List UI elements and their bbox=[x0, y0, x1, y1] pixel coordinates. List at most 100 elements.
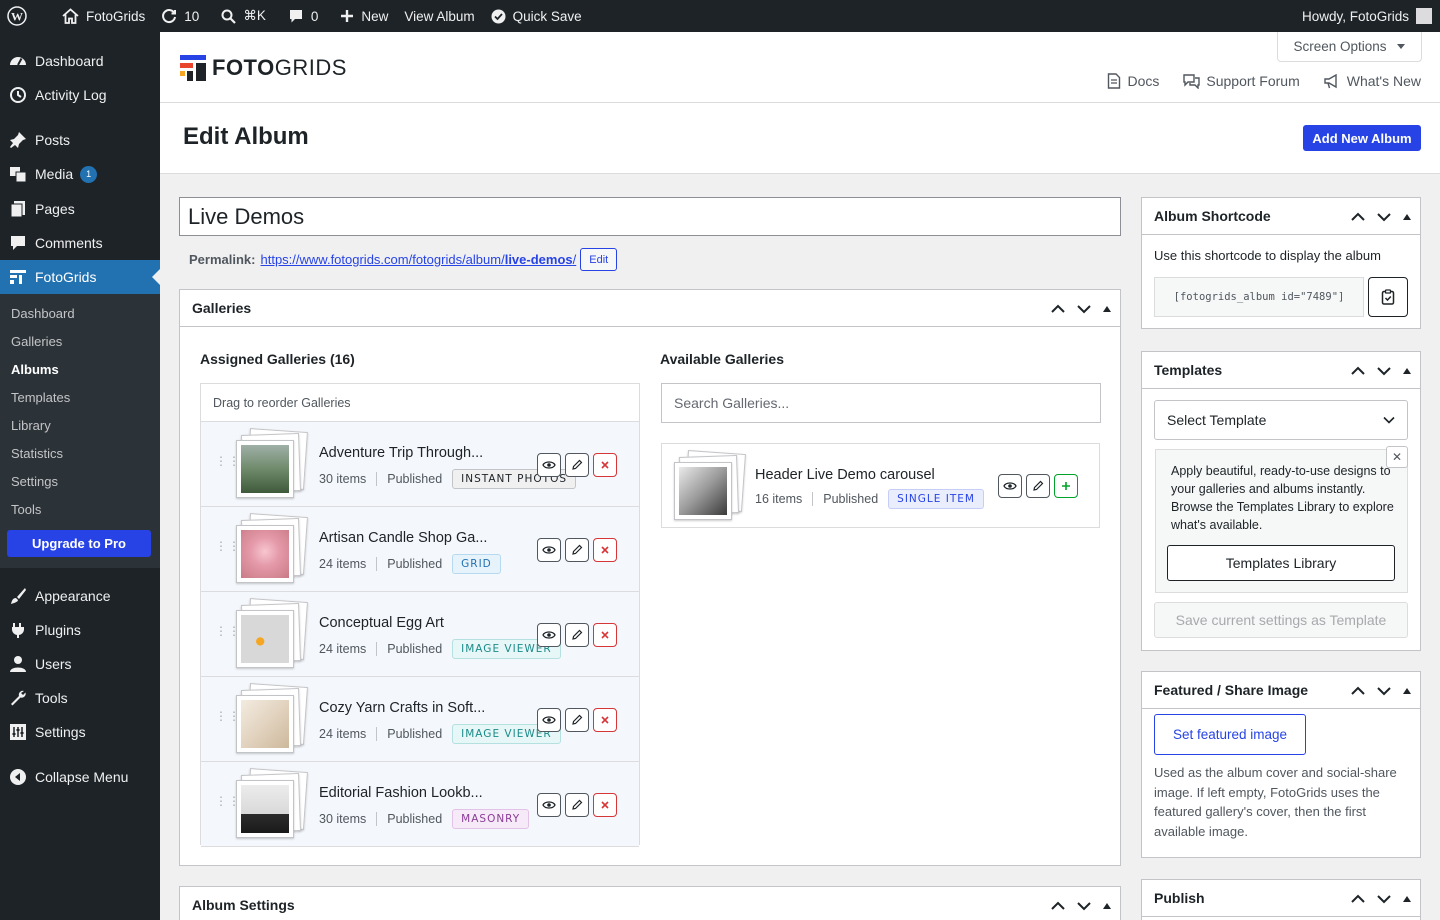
whats-new-link[interactable]: What's New bbox=[1324, 73, 1421, 89]
close-icon[interactable]: ✕ bbox=[1386, 446, 1408, 468]
submenu-library[interactable]: Library bbox=[11, 418, 51, 433]
toggle-panel-icon[interactable] bbox=[1402, 687, 1412, 695]
chevron-down-icon[interactable] bbox=[1076, 304, 1092, 314]
chevron-up-icon[interactable] bbox=[1350, 212, 1366, 222]
docs-link[interactable]: Docs bbox=[1107, 73, 1159, 89]
preview-gallery-button[interactable] bbox=[537, 538, 561, 562]
collapse-menu-button[interactable]: Collapse Menu bbox=[0, 760, 160, 794]
copy-shortcode-button[interactable] bbox=[1368, 277, 1408, 317]
permalink-edit-button[interactable]: Edit bbox=[580, 248, 618, 271]
submenu-galleries[interactable]: Galleries bbox=[11, 334, 62, 349]
remove-gallery-button[interactable] bbox=[593, 453, 617, 477]
gallery-name[interactable]: Adventure Trip Through... bbox=[319, 445, 483, 461]
quick-save-link[interactable]: Quick Save bbox=[483, 0, 590, 32]
chevron-down-icon[interactable] bbox=[1376, 894, 1392, 904]
chevron-down-icon[interactable] bbox=[1376, 366, 1392, 376]
sidebar-item-comments[interactable]: Comments bbox=[0, 226, 160, 260]
toggle-panel-icon[interactable] bbox=[1102, 902, 1112, 910]
edit-gallery-button[interactable] bbox=[565, 538, 589, 562]
album-title-input[interactable]: Live Demos bbox=[179, 197, 1121, 236]
submenu-dashboard[interactable]: Dashboard bbox=[11, 306, 75, 321]
wordpress-logo-icon[interactable]: W bbox=[0, 0, 42, 32]
submenu-templates[interactable]: Templates bbox=[11, 390, 70, 405]
close-icon bbox=[601, 461, 609, 469]
sidebar-item-label: Plugins bbox=[35, 622, 81, 638]
edit-gallery-button[interactable] bbox=[1026, 474, 1050, 498]
gallery-name[interactable]: Header Live Demo carousel bbox=[755, 467, 935, 483]
chevron-down-icon[interactable] bbox=[1076, 901, 1092, 911]
add-new-album-button[interactable]: Add New Album bbox=[1303, 125, 1421, 151]
preview-gallery-button[interactable] bbox=[998, 474, 1022, 498]
sidebar-item-tools[interactable]: Tools bbox=[0, 681, 160, 715]
sidebar-item-settings[interactable]: Settings bbox=[0, 715, 160, 749]
table-row[interactable]: ⋮⋮ Artisan Candle Shop Ga... 24 items Pu… bbox=[201, 507, 639, 592]
chevron-up-icon[interactable] bbox=[1350, 894, 1366, 904]
thumbnail-card bbox=[236, 695, 294, 753]
sidebar-item-posts[interactable]: Posts bbox=[0, 123, 160, 157]
chevron-up-icon[interactable] bbox=[1050, 901, 1066, 911]
new-content-link[interactable]: New bbox=[332, 0, 396, 32]
remove-gallery-button[interactable] bbox=[593, 793, 617, 817]
remove-gallery-button[interactable] bbox=[593, 623, 617, 647]
edit-gallery-button[interactable] bbox=[565, 453, 589, 477]
permalink-url[interactable]: https://www.fotogrids.com/fotogrids/albu… bbox=[260, 252, 576, 267]
gallery-name[interactable]: Artisan Candle Shop Ga... bbox=[319, 530, 487, 546]
sidebar-item-appearance[interactable]: Appearance bbox=[0, 579, 160, 613]
gallery-name[interactable]: Editorial Fashion Lookb... bbox=[319, 785, 483, 801]
updates-link[interactable]: 10 bbox=[153, 0, 207, 32]
preview-gallery-button[interactable] bbox=[537, 708, 561, 732]
gallery-name[interactable]: Cozy Yarn Crafts in Soft... bbox=[319, 700, 485, 716]
chevron-down-icon bbox=[1383, 416, 1395, 424]
edit-gallery-button[interactable] bbox=[565, 793, 589, 817]
edit-gallery-button[interactable] bbox=[565, 708, 589, 732]
toggle-panel-icon[interactable] bbox=[1402, 367, 1412, 375]
search-galleries-input[interactable]: Search Galleries... bbox=[661, 383, 1101, 423]
meta-divider bbox=[376, 727, 378, 741]
screen-options-button[interactable]: Screen Options bbox=[1277, 32, 1422, 62]
comments-link[interactable]: 0 bbox=[280, 0, 327, 32]
chevron-up-icon[interactable] bbox=[1350, 686, 1366, 696]
remove-gallery-button[interactable] bbox=[593, 538, 617, 562]
template-select[interactable]: Select Template bbox=[1154, 400, 1408, 440]
table-row[interactable]: ⋮⋮ Cozy Yarn Crafts in Soft... 24 items … bbox=[201, 677, 639, 762]
edit-gallery-button[interactable] bbox=[565, 623, 589, 647]
submenu-albums[interactable]: Albums bbox=[11, 362, 59, 377]
sidebar-item-media[interactable]: Media 1 bbox=[0, 157, 160, 191]
table-row[interactable]: ⋮⋮ Conceptual Egg Art 24 items Published… bbox=[201, 592, 639, 677]
toggle-panel-icon[interactable] bbox=[1402, 213, 1412, 221]
templates-library-button[interactable]: Templates Library bbox=[1167, 545, 1395, 581]
remove-gallery-button[interactable] bbox=[593, 708, 617, 732]
submenu-tools[interactable]: Tools bbox=[11, 502, 41, 517]
sidebar-item-fotogrids[interactable]: FotoGrids bbox=[0, 260, 160, 294]
preview-gallery-button[interactable] bbox=[537, 453, 561, 477]
chevron-up-icon[interactable] bbox=[1050, 304, 1066, 314]
sidebar-item-activity-log[interactable]: Activity Log bbox=[0, 78, 160, 112]
sidebar-item-users[interactable]: Users bbox=[0, 647, 160, 681]
save-as-template-button[interactable]: Save current settings as Template bbox=[1154, 602, 1408, 638]
sidebar-item-pages[interactable]: Pages bbox=[0, 192, 160, 226]
toggle-panel-icon[interactable] bbox=[1402, 895, 1412, 903]
table-row[interactable]: ⋮⋮ Adventure Trip Through... 30 items Pu… bbox=[201, 422, 639, 507]
upgrade-to-pro-button[interactable]: Upgrade to Pro bbox=[7, 530, 151, 557]
submenu-statistics[interactable]: Statistics bbox=[11, 446, 63, 461]
add-gallery-button[interactable] bbox=[1054, 474, 1078, 498]
chevron-up-icon[interactable] bbox=[1350, 366, 1366, 376]
chevron-down-icon[interactable] bbox=[1376, 686, 1392, 696]
search-link[interactable]: ⌘K bbox=[213, 0, 274, 32]
sidebar-item-plugins[interactable]: Plugins bbox=[0, 613, 160, 647]
available-gallery-card[interactable]: Header Live Demo carousel 16 items Publi… bbox=[661, 443, 1100, 528]
preview-gallery-button[interactable] bbox=[537, 623, 561, 647]
site-name-link[interactable]: FotoGrids bbox=[54, 0, 153, 32]
sidebar-item-dashboard[interactable]: Dashboard bbox=[0, 44, 160, 78]
view-album-link[interactable]: View Album bbox=[396, 0, 482, 32]
gallery-name[interactable]: Conceptual Egg Art bbox=[319, 615, 444, 631]
chevron-down-icon[interactable] bbox=[1376, 212, 1392, 222]
support-forum-link[interactable]: Support Forum bbox=[1183, 73, 1300, 89]
submenu-settings[interactable]: Settings bbox=[11, 474, 58, 489]
toggle-panel-icon[interactable] bbox=[1102, 305, 1112, 313]
preview-gallery-button[interactable] bbox=[537, 793, 561, 817]
shortcode-field[interactable]: [fotogrids_album id="7489"] bbox=[1154, 277, 1364, 317]
set-featured-image-button[interactable]: Set featured image bbox=[1154, 714, 1306, 755]
table-row[interactable]: ⋮⋮ Editorial Fashion Lookb... 30 items P… bbox=[201, 762, 639, 847]
my-account-link[interactable]: Howdy, FotoGrids bbox=[1302, 0, 1432, 32]
